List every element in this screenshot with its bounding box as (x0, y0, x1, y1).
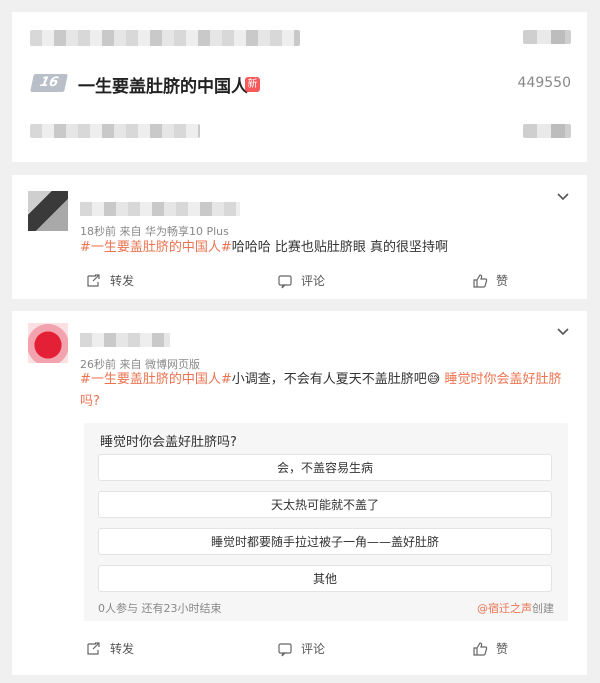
repost-label: 转发 (110, 274, 135, 288)
thumbs-up-icon (473, 273, 488, 288)
chevron-down-icon[interactable] (555, 188, 571, 204)
repost-icon (87, 273, 100, 287)
post-actions: 转发 评论 赞 (12, 640, 587, 660)
blurred-text (523, 124, 571, 138)
post-text: #一生要盖肚脐的中国人#哈哈哈 比赛也贴肚脐眼 真的很坚持啊 (80, 237, 448, 259)
thumbs-up-icon (473, 641, 488, 656)
avatar[interactable] (28, 323, 68, 363)
comment-button[interactable]: 评论 (277, 640, 325, 657)
hot-count: 449550 (517, 75, 571, 91)
blurred-text (30, 124, 200, 138)
rank-badge: 16 (30, 74, 68, 92)
poll-stats: 0人参与 还有23小时结束 (98, 602, 222, 615)
like-button[interactable]: 赞 (472, 272, 508, 289)
comment-label: 评论 (301, 642, 326, 656)
post-body: 小调查，不会有人夏天不盖肚脐吧😅 (231, 372, 441, 387)
poll-creator-link[interactable]: @宿迁之声 (477, 602, 532, 615)
repost-button[interactable]: 转发 (86, 272, 134, 289)
avatar[interactable] (28, 191, 68, 231)
poll-link-tail[interactable]: 吗? (80, 394, 100, 409)
new-badge: 新 (245, 77, 260, 92)
poll-creator-suffix: 创建 (532, 602, 554, 615)
repost-icon (87, 641, 100, 655)
hashtag-link[interactable]: #一生要盖肚脐的中国人# (80, 372, 232, 387)
like-button[interactable]: 赞 (472, 640, 508, 657)
poll-option[interactable]: 天太热可能就不盖了 (98, 491, 552, 518)
comment-button[interactable]: 评论 (277, 272, 325, 289)
topic-title[interactable]: 一生要盖肚脐的中国人 (78, 72, 248, 97)
post-actions: 转发 评论 赞 (12, 272, 587, 292)
blurred-text (523, 30, 571, 44)
like-label: 赞 (496, 274, 509, 288)
repost-button[interactable]: 转发 (86, 640, 134, 657)
poll-option[interactable]: 会，不盖容易生病 (98, 454, 552, 481)
repost-label: 转发 (110, 642, 135, 656)
chevron-down-icon[interactable] (555, 323, 571, 339)
blurred-text (30, 30, 300, 46)
comment-label: 评论 (301, 274, 326, 288)
post-text: #一生要盖肚脐的中国人#小调查，不会有人夏天不盖肚脐吧😅 睡觉时你会盖好肚脐吗? (80, 369, 570, 413)
post-body: 哈哈哈 比赛也贴肚脐眼 真的很坚持啊 (231, 240, 449, 255)
username-blurred[interactable] (80, 333, 170, 347)
username-blurred[interactable] (80, 202, 240, 216)
topic-card: 16 一生要盖肚脐的中国人 新 449550 (12, 12, 587, 162)
poll-box: 睡觉时你会盖好肚脐吗? 会，不盖容易生病 天太热可能就不盖了 睡觉时都要随手拉过… (84, 423, 568, 621)
like-label: 赞 (496, 642, 509, 656)
poll-creator: @宿迁之声创建 (477, 600, 554, 616)
comment-icon (278, 274, 292, 288)
post-card: 18秒前 来自 华为畅享10 Plus #一生要盖肚脐的中国人#哈哈哈 比赛也贴… (12, 175, 587, 299)
poll-option[interactable]: 其他 (98, 565, 552, 592)
poll-question: 睡觉时你会盖好肚脐吗? (100, 435, 237, 450)
poll-option[interactable]: 睡觉时都要随手拉过被子一角——盖好肚脐 (98, 528, 552, 555)
hashtag-link[interactable]: #一生要盖肚脐的中国人# (80, 240, 232, 255)
comment-icon (278, 642, 292, 656)
poll-link[interactable]: 睡觉时你会盖好肚脐 (445, 372, 562, 387)
